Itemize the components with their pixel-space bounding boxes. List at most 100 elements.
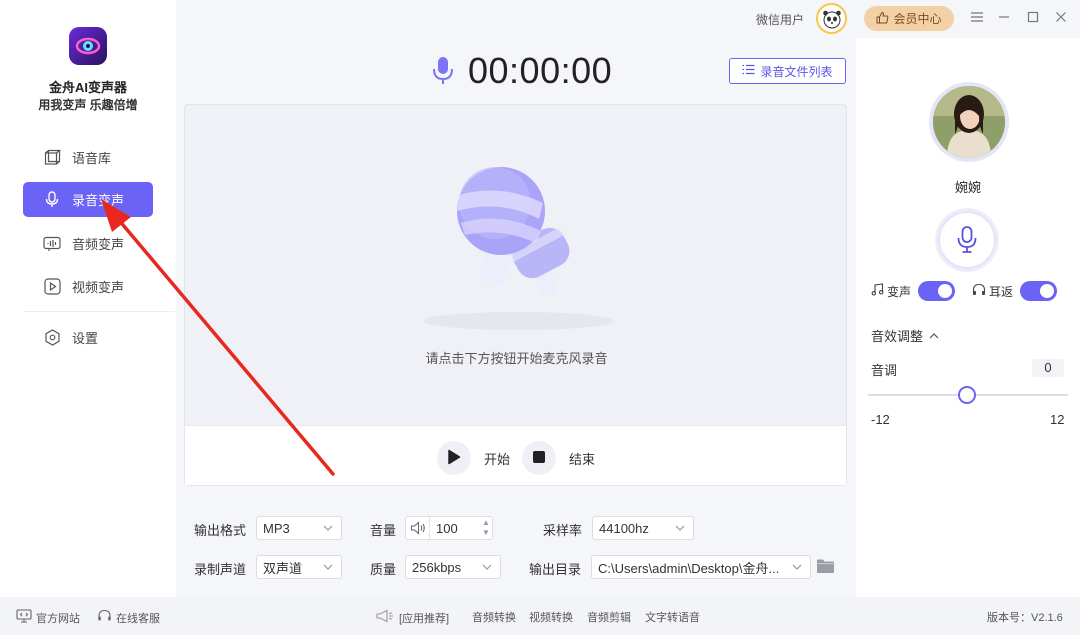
microphone-illustration-icon (421, 163, 621, 333)
volume-value: 100 (436, 520, 458, 536)
stop-record-button[interactable] (522, 441, 556, 475)
sidebar-item-video-voice-change[interactable]: 视频变声 (23, 269, 153, 304)
voice-name: 婉婉 (954, 180, 981, 195)
mic-icon (43, 191, 61, 209)
audio-wave-icon (43, 235, 61, 253)
gear-icon (43, 329, 61, 347)
sidebar-item-record-voice-change[interactable]: 录音变声 (23, 182, 153, 217)
minimize-icon[interactable] (995, 8, 1013, 26)
recording-panel: 请点击下方按钮开始麦克风录音 开始 结束 (184, 104, 847, 486)
recording-list-label: 录音文件列表 (760, 64, 833, 79)
chevron-down-icon (323, 525, 333, 531)
voice-panel: 婉婉 变声 耳返 音效调整 音调 0 -12 12 (856, 38, 1080, 597)
close-icon[interactable] (1052, 8, 1070, 26)
pitch-slider-handle[interactable] (958, 386, 976, 404)
official-website-link[interactable]: 官方网站 (16, 609, 80, 626)
app-logo (69, 27, 107, 65)
video-play-icon (43, 278, 61, 296)
monitor-label: 耳返 (989, 284, 1014, 299)
sample-rate-select[interactable]: 44100hz (592, 516, 694, 540)
text-to-speech-link[interactable]: 文字转语音 (645, 609, 700, 625)
maximize-icon[interactable] (1024, 8, 1042, 26)
sidebar-item-label: 音频变声 (72, 237, 125, 252)
output-format-value: MP3 (263, 520, 290, 536)
app-recommend: [应用推荐] (375, 609, 449, 626)
pitch-min-label: -12 (871, 412, 890, 427)
output-dir-select[interactable]: C:\Users\admin\Desktop\金舟... (591, 555, 811, 579)
mic-icon (432, 56, 454, 89)
app-recommend-label: [应用推荐] (399, 612, 450, 625)
sidebar-item-label: 视频变声 (72, 280, 125, 295)
pitch-label: 音调 (871, 363, 898, 378)
quality-label: 质量 (370, 562, 397, 577)
speaker-icon (406, 517, 430, 539)
mic-icon (957, 226, 977, 253)
channel-label: 录制声道 (194, 562, 247, 577)
monitor-web-icon (16, 609, 32, 626)
chevron-up-icon (929, 332, 939, 338)
audio-convert-link[interactable]: 音频转换 (472, 609, 516, 625)
cube-icon (43, 149, 61, 167)
sidebar: 金舟AI变声器 用我变声 乐趣倍增 语音库 录音变声 音频变声 视频变声 设置 (0, 0, 176, 597)
output-format-label: 输出格式 (194, 523, 247, 538)
sample-rate-label: 采样率 (543, 523, 583, 538)
sidebar-divider (23, 311, 175, 312)
stop-icon (532, 450, 546, 467)
music-note-icon (871, 283, 884, 299)
folder-icon[interactable] (816, 558, 836, 576)
start-label: 开始 (484, 452, 511, 467)
app-slogan: 用我变声 乐趣倍增 (38, 98, 138, 112)
output-format-select[interactable]: MP3 (256, 516, 342, 540)
vip-center-button[interactable]: 会员中心 (864, 6, 954, 31)
sidebar-item-label: 语音库 (72, 151, 112, 166)
stepper-arrows-icon[interactable]: ▲ ▼ (480, 518, 492, 538)
version-label: 版本号：V2.1.6 (987, 612, 1063, 624)
quality-select[interactable]: 256kbps (405, 555, 501, 579)
pitch-value[interactable]: 0 (1032, 359, 1064, 377)
list-icon (742, 64, 755, 78)
app-name: 金舟AI变声器 (48, 80, 127, 95)
megaphone-icon (375, 609, 395, 626)
channel-value: 双声道 (263, 560, 303, 576)
sidebar-item-audio-voice-change[interactable]: 音频变声 (23, 226, 153, 261)
chevron-down-icon (323, 564, 333, 570)
voice-change-toggle[interactable] (918, 281, 956, 301)
record-timer: 00:00:00 (468, 50, 613, 91)
quality-value: 256kbps (412, 559, 462, 575)
menu-icon[interactable] (968, 8, 986, 26)
volume-stepper[interactable]: 100 ▲ ▼ (405, 516, 493, 540)
mic-test-button[interactable] (935, 208, 999, 272)
status-bar: 官方网站 在线客服 [应用推荐] 音频转换 视频转换 音频剪辑 文字转语音 版本… (0, 597, 1080, 635)
sample-rate-value: 44100hz (599, 520, 649, 536)
audio-edit-link[interactable]: 音频剪辑 (587, 609, 631, 625)
chevron-down-icon (792, 564, 802, 570)
avatar[interactable] (816, 3, 847, 34)
channel-select[interactable]: 双声道 (256, 555, 342, 579)
pitch-max-label: 12 (1050, 412, 1065, 427)
sidebar-item-voice-library[interactable]: 语音库 (23, 140, 153, 175)
sidebar-item-label: 录音变声 (72, 193, 125, 208)
recording-hint: 请点击下方按钮开始麦克风录音 (425, 351, 608, 366)
start-record-button[interactable] (437, 441, 471, 475)
output-dir-value: C:\Users\admin\Desktop\金舟... (598, 560, 780, 576)
voice-change-label: 变声 (887, 284, 912, 299)
sound-effect-section-toggle[interactable]: 音效调整 (871, 326, 939, 345)
stop-label: 结束 (569, 452, 596, 467)
volume-label: 音量 (370, 523, 397, 538)
vip-label: 会员中心 (893, 12, 942, 26)
chevron-down-icon (482, 564, 492, 570)
headphones-icon (972, 283, 986, 299)
recording-list-button[interactable]: 录音文件列表 (729, 58, 846, 84)
sidebar-item-settings[interactable]: 设置 (23, 320, 153, 355)
thumbs-up-icon (876, 11, 889, 27)
monitor-toggle[interactable] (1020, 281, 1058, 301)
online-support-link[interactable]: 在线客服 (97, 609, 160, 626)
play-icon (447, 449, 461, 468)
chevron-down-icon (675, 525, 685, 531)
output-dir-label: 输出目录 (529, 562, 582, 577)
monitor-toggle-row: 耳返 (972, 281, 1058, 301)
voice-avatar[interactable] (929, 82, 1009, 162)
user-name[interactable]: 微信用户 (756, 11, 804, 28)
voice-change-toggle-row: 变声 (871, 281, 956, 301)
video-convert-link[interactable]: 视频转换 (529, 609, 573, 625)
